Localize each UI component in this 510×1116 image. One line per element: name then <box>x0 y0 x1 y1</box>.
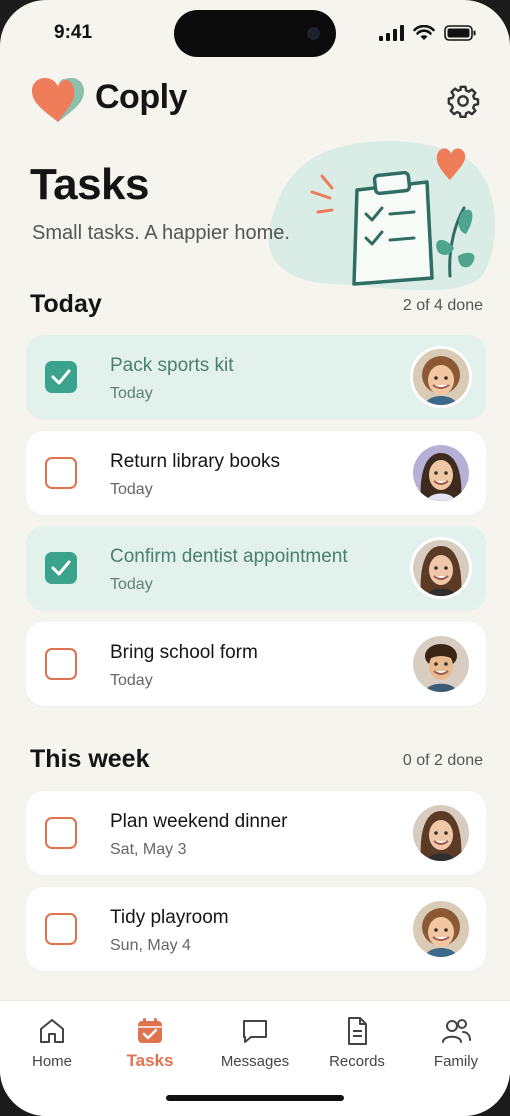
woman-avatar-icon <box>413 805 469 861</box>
task-date: Today <box>110 576 153 593</box>
task-date: Today <box>110 481 153 498</box>
task-title: Pack sports kit <box>110 355 234 376</box>
calendar-check-icon <box>138 1018 162 1043</box>
task-title: Confirm dentist appointment <box>110 546 348 567</box>
battery-icon <box>444 25 476 41</box>
task-checkbox-unchecked[interactable] <box>45 457 77 489</box>
section-header-this-week: This week 0 of 2 done <box>30 745 486 779</box>
document-icon <box>348 1017 367 1045</box>
phone-screen: 9:41 Coply Tasks Small tasks. A happier … <box>0 0 510 1116</box>
status-icons <box>379 25 476 41</box>
task-date: Sat, May 3 <box>110 841 187 858</box>
task-checkbox-unchecked[interactable] <box>45 913 77 945</box>
status-bar: 9:41 <box>0 0 510 70</box>
message-icon <box>243 1020 267 1043</box>
task-title: Bring school form <box>110 642 258 663</box>
tab-label: Messages <box>220 1053 290 1070</box>
tab-label: Home <box>31 1053 72 1070</box>
assignee-avatar <box>410 898 472 960</box>
boy-avatar-icon <box>413 636 469 692</box>
assignee-avatar <box>410 633 472 695</box>
tab-label: Records <box>329 1053 385 1070</box>
assignee-avatar <box>410 346 472 408</box>
task-date: Sun, May 4 <box>110 937 191 954</box>
home-indicator[interactable] <box>166 1095 344 1101</box>
assignee-avatar <box>410 537 472 599</box>
home-icon <box>40 1019 64 1043</box>
tab-messages[interactable]: Messages <box>205 1015 305 1077</box>
dynamic-island <box>174 10 336 57</box>
heart-logo-icon <box>32 78 84 122</box>
task-card[interactable]: Plan weekend dinner Sat, May 3 <box>26 791 486 875</box>
app-header: Coply <box>0 70 510 130</box>
section-progress-count: 0 of 2 done <box>402 752 483 769</box>
woman-avatar-icon <box>413 540 469 596</box>
tab-label: Family <box>433 1053 479 1070</box>
clipboard-illustration <box>268 141 496 291</box>
task-card[interactable]: Confirm dentist appointment Today <box>26 526 486 610</box>
page-subtitle: Small tasks. A happier home. <box>32 222 290 244</box>
section-title: Today <box>30 290 102 318</box>
status-time: 9:41 <box>54 22 93 43</box>
task-title: Plan weekend dinner <box>110 811 288 832</box>
brand-name: Coply <box>95 78 187 116</box>
tab-home[interactable]: Home <box>2 1015 102 1077</box>
task-checkbox-checked[interactable] <box>45 361 77 393</box>
tab-family[interactable]: Family <box>406 1015 506 1077</box>
task-checkbox-checked[interactable] <box>45 552 77 584</box>
tab-records[interactable]: Records <box>307 1015 407 1077</box>
people-icon <box>442 1019 471 1043</box>
task-card[interactable]: Bring school form Today <box>26 622 486 706</box>
task-checkbox-unchecked[interactable] <box>45 817 77 849</box>
task-checkbox-unchecked[interactable] <box>45 648 77 680</box>
task-card[interactable]: Pack sports kit Today <box>26 335 486 419</box>
section-header-today: Today 2 of 4 done <box>30 290 486 324</box>
cellular-signal-icon <box>379 25 404 41</box>
checkmark-icon <box>51 369 71 385</box>
bottom-tab-bar: Home Tasks Messages Records Family <box>0 1000 510 1116</box>
girl-avatar-icon <box>413 445 469 501</box>
task-card[interactable]: Return library books Today <box>26 431 486 515</box>
task-date: Today <box>110 672 153 689</box>
page-title: Tasks <box>30 160 150 209</box>
child-avatar-icon <box>413 349 469 405</box>
task-title: Return library books <box>110 451 281 472</box>
tab-tasks[interactable]: Tasks <box>100 1015 200 1077</box>
section-title: This week <box>30 745 150 773</box>
section-progress-count: 2 of 4 done <box>402 297 483 314</box>
task-title: Tidy playroom <box>110 907 229 928</box>
assignee-avatar <box>410 802 472 864</box>
task-card[interactable]: Tidy playroom Sun, May 4 <box>26 887 486 971</box>
checkmark-icon <box>51 560 71 576</box>
settings-gear-icon[interactable] <box>446 84 480 118</box>
child-avatar-icon <box>413 901 469 957</box>
assignee-avatar <box>410 442 472 504</box>
task-date: Today <box>110 385 153 402</box>
wifi-icon <box>413 25 435 40</box>
tab-label: Tasks <box>126 1051 174 1070</box>
